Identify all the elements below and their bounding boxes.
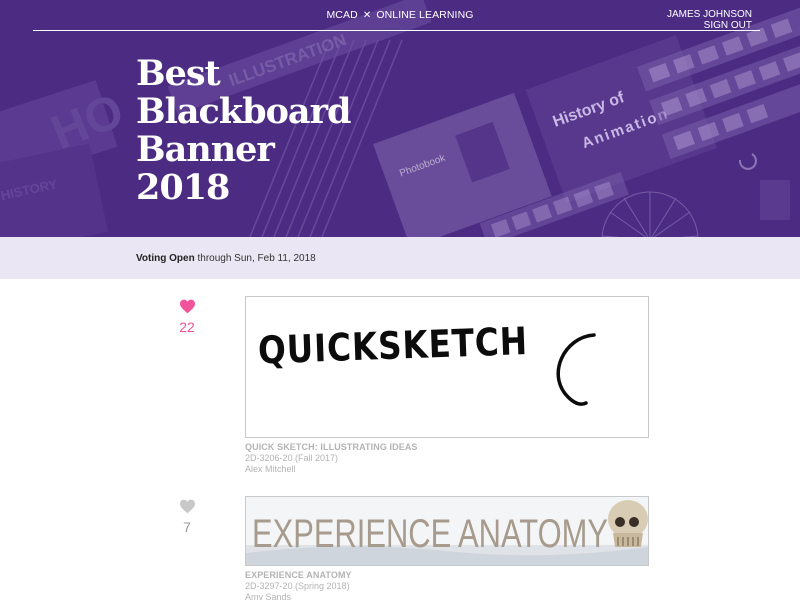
title-line: Banner <box>136 129 275 170</box>
banner-image[interactable]: EXPERIENCE ANATOMY <box>245 496 649 566</box>
skull-icon <box>608 500 648 547</box>
banner-text: QUICKSKETCH <box>257 319 528 372</box>
vote-count: 7 <box>183 519 191 535</box>
title-line: Blackboard <box>136 91 352 132</box>
anatomy-banner-art: EXPERIENCE ANATOMY <box>246 497 648 565</box>
user-name: JAMES JOHNSON <box>666 9 752 20</box>
banner-entry: 7 EXPERIENCE ANATOMY EXPERIENCE ANATOMY <box>0 496 800 600</box>
banner-entry: 22 QUICKSKETCH QUICK SKETCH: ILLUSTRATIN… <box>0 296 800 486</box>
quicksketch-banner-art: QUICKSKETCH <box>246 297 648 437</box>
course-title[interactable]: EXPERIENCE ANATOMY <box>245 570 352 581</box>
voting-status-bar: Voting Open through Sun, Feb 11, 2018 <box>0 237 800 279</box>
heart-outline-icon[interactable] <box>179 499 196 514</box>
brand-mcad: MCAD <box>326 9 358 21</box>
title-line: Best <box>136 53 221 94</box>
voting-open-label: Voting Open <box>136 253 195 264</box>
header-divider <box>33 30 760 31</box>
user-menu: JAMES JOHNSON SIGN OUT <box>667 9 752 31</box>
page-title: Best Blackboard Banner 2018 <box>136 55 436 207</box>
banner-text: EXPERIENCE ANATOMY <box>252 512 608 556</box>
entry-details: EXPERIENCE ANATOMY 2D-3297-20 (Spring 20… <box>245 570 352 600</box>
voting-status: Voting Open through Sun, Feb 11, 2018 <box>136 253 316 264</box>
brand-online-learning: ONLINE LEARNING <box>376 9 474 21</box>
course-title[interactable]: QUICK SKETCH: ILLUSTRATING IDEAS <box>245 442 418 453</box>
heart-filled-icon[interactable] <box>179 299 196 314</box>
vote-count: 22 <box>179 319 195 335</box>
instructor-name: Amy Sands <box>245 592 292 600</box>
vote-button[interactable]: 7 <box>172 499 202 535</box>
instructor-name: Alex Mitchell <box>245 464 296 474</box>
voting-deadline: through Sun, Feb 11, 2018 <box>197 253 316 264</box>
hero-banner: HO HISTORY ILLUSTRATION Photobook Histor… <box>0 0 800 237</box>
cross-icon: ✕ <box>362 10 372 21</box>
course-code: 2D-3206-20 (Fall 2017) <box>245 453 339 463</box>
title-line: 2018 <box>136 167 230 208</box>
entry-details: QUICK SKETCH: ILLUSTRATING IDEAS 2D-3206… <box>245 442 418 475</box>
vote-button[interactable]: 22 <box>172 299 202 335</box>
course-code: 2D-3297-20 (Spring 2018) <box>245 581 350 591</box>
banner-image[interactable]: QUICKSKETCH <box>245 296 649 438</box>
